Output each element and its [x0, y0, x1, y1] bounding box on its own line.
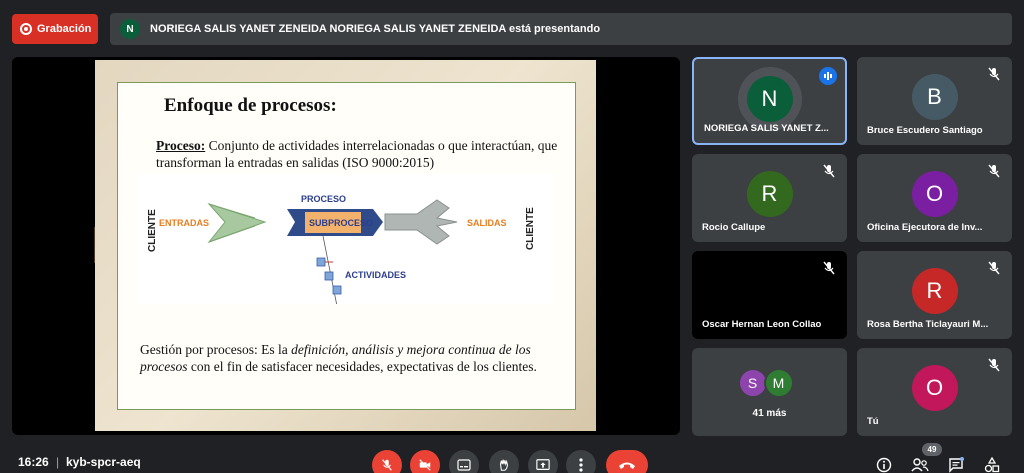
process-diagram: CLIENTE ENTRADAS PROCESO SUBPROCESO SALI… [137, 174, 554, 307]
meeting-code: kyb-spcr-aeq [66, 455, 141, 469]
bottom-toolbar: 16:26 | kyb-spcr-aeq [0, 446, 1024, 473]
more-vert-icon [579, 458, 583, 472]
slide-definition: Proceso: Conjunto de actividades interre… [156, 137, 566, 171]
diagram-client-right: CLIENTE [525, 207, 536, 250]
mic-toggle-button[interactable] [372, 450, 402, 473]
mic-off-icon [823, 261, 835, 275]
avatar: M [763, 368, 794, 398]
presenter-avatar: N [120, 19, 140, 39]
diagram-outputs: SALIDAS [467, 218, 507, 228]
camera-toggle-button[interactable] [410, 450, 440, 473]
more-options-button[interactable] [566, 450, 596, 473]
mic-off-icon [988, 67, 1000, 81]
mic-off-icon [988, 358, 1000, 372]
avatar: R [911, 268, 958, 314]
participant-name: NORIEGA SALIS YANET Z... [704, 123, 829, 134]
slide-content: Enfoque de procesos: Proceso: Conjunto d… [117, 82, 576, 410]
avatar: O [911, 171, 958, 217]
raise-hand-button[interactable] [489, 450, 519, 473]
diagram-client-left: CLIENTE [147, 209, 158, 252]
recording-label: Grabación [37, 23, 92, 35]
mic-off-icon [382, 459, 392, 471]
info-icon [876, 457, 892, 473]
participant-name: Bruce Escudero Santiago [867, 125, 983, 136]
avatar: B [911, 74, 958, 120]
meeting-details-button[interactable] [874, 455, 894, 473]
leave-call-button[interactable] [606, 450, 648, 473]
captions-button[interactable] [449, 450, 479, 473]
participant-name: Rocio Callupe [702, 222, 766, 233]
present-now-button[interactable] [528, 450, 558, 473]
mic-off-icon [988, 261, 1000, 275]
definition-term: Proceso: [156, 138, 206, 153]
mic-off-icon [823, 164, 835, 178]
people-count-badge: 49 [922, 443, 942, 456]
participant-tile-bruce[interactable]: B Bruce Escudero Santiago [857, 57, 1012, 145]
footer-text-1: Gestión por procesos: Es la [140, 342, 292, 357]
people-icon [911, 458, 929, 472]
activity-step-3 [332, 285, 342, 295]
activity-step-1 [316, 257, 326, 267]
participant-tile-rocio[interactable]: R Rocio Callupe [692, 154, 847, 242]
captions-icon [457, 459, 471, 471]
diagram-subprocess: SUBPROCESO [309, 218, 373, 228]
mic-off-icon [988, 164, 1000, 178]
people-button[interactable] [910, 455, 930, 473]
participant-tile-oficina[interactable]: O Oficina Ejecutora de Inv... [857, 154, 1012, 242]
more-participants-label: 41 más [752, 408, 787, 419]
diagram-activities: ACTIVIDADES [345, 270, 406, 280]
speaking-icon [819, 67, 837, 85]
activities-icon [984, 457, 1000, 473]
participant-tile-noriega[interactable]: N NORIEGA SALIS YANET Z... [692, 57, 847, 145]
recording-button[interactable]: Grabación [12, 14, 98, 44]
toolbar-separator: | [56, 455, 60, 469]
diagram-process: PROCESO [301, 194, 346, 204]
footer-text-2: con el fin de satisfacer necesidades, ex… [187, 359, 537, 374]
participant-tile-self[interactable]: O Tú [857, 348, 1012, 436]
participant-name: Tú [867, 416, 879, 427]
chat-icon [949, 457, 964, 473]
participant-name: Oscar Hernan Leon Collao [702, 319, 822, 330]
process-diagram-svg: CLIENTE ENTRADAS PROCESO SUBPROCESO SALI… [147, 194, 536, 307]
participant-name: Rosa Bertha Ticlayauri M... [867, 319, 989, 330]
avatar: O [911, 365, 958, 411]
definition-text: Conjunto de actividades interrelacionada… [156, 138, 558, 170]
slide-title: Enfoque de procesos: [164, 95, 337, 116]
slide-footer-text: Gestión por procesos: Es la definición, … [140, 341, 560, 375]
hand-icon [499, 459, 509, 471]
participant-tile-more[interactable]: S M 41 más [692, 348, 847, 436]
participant-tile-rosa[interactable]: R Rosa Bertha Ticlayauri M... [857, 251, 1012, 339]
avatar: R [746, 171, 793, 217]
presentation-slide: Enfoque de procesos: Proceso: Conjunto d… [95, 60, 596, 431]
more-participants-avatars: S M [737, 368, 794, 398]
avatar: N [746, 76, 793, 122]
activities-button[interactable] [982, 455, 1002, 473]
participant-name: Oficina Ejecutora de Inv... [867, 222, 983, 233]
record-icon [20, 23, 32, 35]
diagram-inputs: ENTRADAS [159, 218, 209, 228]
meet-window: Grabación N NORIEGA SALIS YANET ZENEIDA … [0, 0, 1024, 473]
inputs-arrow [207, 202, 267, 244]
clock: 16:26 [18, 455, 49, 469]
present-icon [536, 459, 550, 470]
outputs-arrow [384, 199, 458, 245]
shared-screen: Enfoque de procesos: Proceso: Conjunto d… [12, 57, 680, 435]
camera-off-icon [419, 459, 431, 471]
chat-button[interactable] [946, 455, 966, 473]
participant-tile-oscar[interactable]: Oscar Hernan Leon Collao [692, 251, 847, 339]
activity-step-2 [324, 271, 334, 281]
hangup-icon [619, 462, 635, 469]
presenting-text: NORIEGA SALIS YANET ZENEIDA NORIEGA SALI… [150, 23, 601, 35]
presenting-banner: N NORIEGA SALIS YANET ZENEIDA NORIEGA SA… [110, 13, 1012, 45]
